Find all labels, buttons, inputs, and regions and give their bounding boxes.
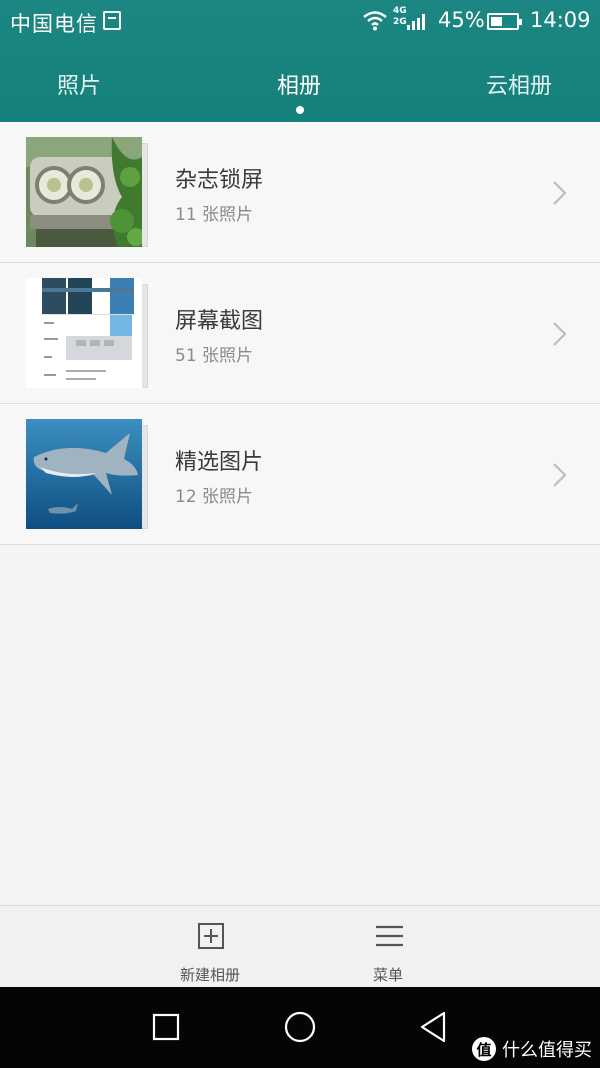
- chevron-right-icon: [553, 322, 567, 346]
- network-type-indicator: 4G 2G: [393, 6, 407, 28]
- sim-card-icon: [103, 11, 121, 30]
- battery-percent: 45%: [438, 8, 485, 32]
- chevron-right-icon: [553, 181, 567, 205]
- car-headlights-image: [26, 137, 142, 247]
- album-name: 屏幕截图: [175, 309, 264, 334]
- status-bar: 中国电信 4G 2G 45% 14:09: [0, 0, 600, 44]
- shark-image: [26, 419, 142, 529]
- back-icon[interactable]: [414, 1009, 450, 1045]
- album-name: 杂志锁屏: [175, 168, 264, 193]
- network-type-top: 4G: [393, 6, 407, 16]
- album-photo-count: 51 张照片: [175, 346, 254, 366]
- add-album-icon: [198, 923, 224, 949]
- clock: 14:09: [530, 8, 591, 32]
- watermark-text: 什么值得买: [502, 1040, 592, 1061]
- recent-apps-icon[interactable]: [148, 1009, 184, 1045]
- battery-level-fill: [491, 17, 502, 26]
- menu-button[interactable]: 菜单: [328, 906, 448, 988]
- network-type-bottom: 2G: [393, 17, 407, 27]
- album-thumbnail: [26, 137, 150, 247]
- signal-strength-icon: [407, 14, 425, 30]
- new-album-button[interactable]: 新建相册: [150, 906, 270, 988]
- new-album-label: 新建相册: [179, 966, 240, 984]
- album-row[interactable]: 屏幕截图 51 张照片: [0, 263, 600, 404]
- album-row[interactable]: 精选图片 12 张照片: [0, 404, 600, 545]
- tab-bar: 照片 相册 云相册: [0, 58, 600, 118]
- home-icon[interactable]: [282, 1009, 318, 1045]
- screenshot-image: [26, 278, 142, 388]
- album-thumbnail: [26, 278, 150, 388]
- menu-icon: [376, 925, 403, 947]
- tab-albums[interactable]: 相册: [277, 68, 321, 100]
- watermark-logo-icon: 值: [472, 1037, 496, 1061]
- chevron-right-icon: [553, 463, 567, 487]
- album-photo-count: 11 张照片: [175, 205, 254, 225]
- bottom-action-bar: 新建相册 菜单: [0, 905, 600, 987]
- album-name: 精选图片: [175, 450, 264, 475]
- album-thumbnail: [26, 419, 150, 529]
- battery-icon: [487, 13, 522, 30]
- watermark: 值 什么值得买: [472, 1034, 592, 1064]
- album-row[interactable]: 杂志锁屏 11 张照片: [0, 122, 600, 263]
- album-list: 杂志锁屏 11 张照片 屏幕截图 51 张照片 精选图片 12 张照片: [0, 122, 600, 545]
- wifi-icon: [363, 11, 387, 31]
- tab-photos[interactable]: 照片: [57, 68, 101, 100]
- active-tab-indicator: [296, 106, 304, 114]
- menu-label: 菜单: [372, 966, 403, 984]
- app-header: 中国电信 4G 2G 45% 14:09 照片 相册 云相册: [0, 0, 600, 122]
- album-photo-count: 12 张照片: [175, 487, 254, 507]
- carrier-name: 中国电信: [10, 12, 98, 36]
- tab-cloud-albums[interactable]: 云相册: [486, 68, 552, 100]
